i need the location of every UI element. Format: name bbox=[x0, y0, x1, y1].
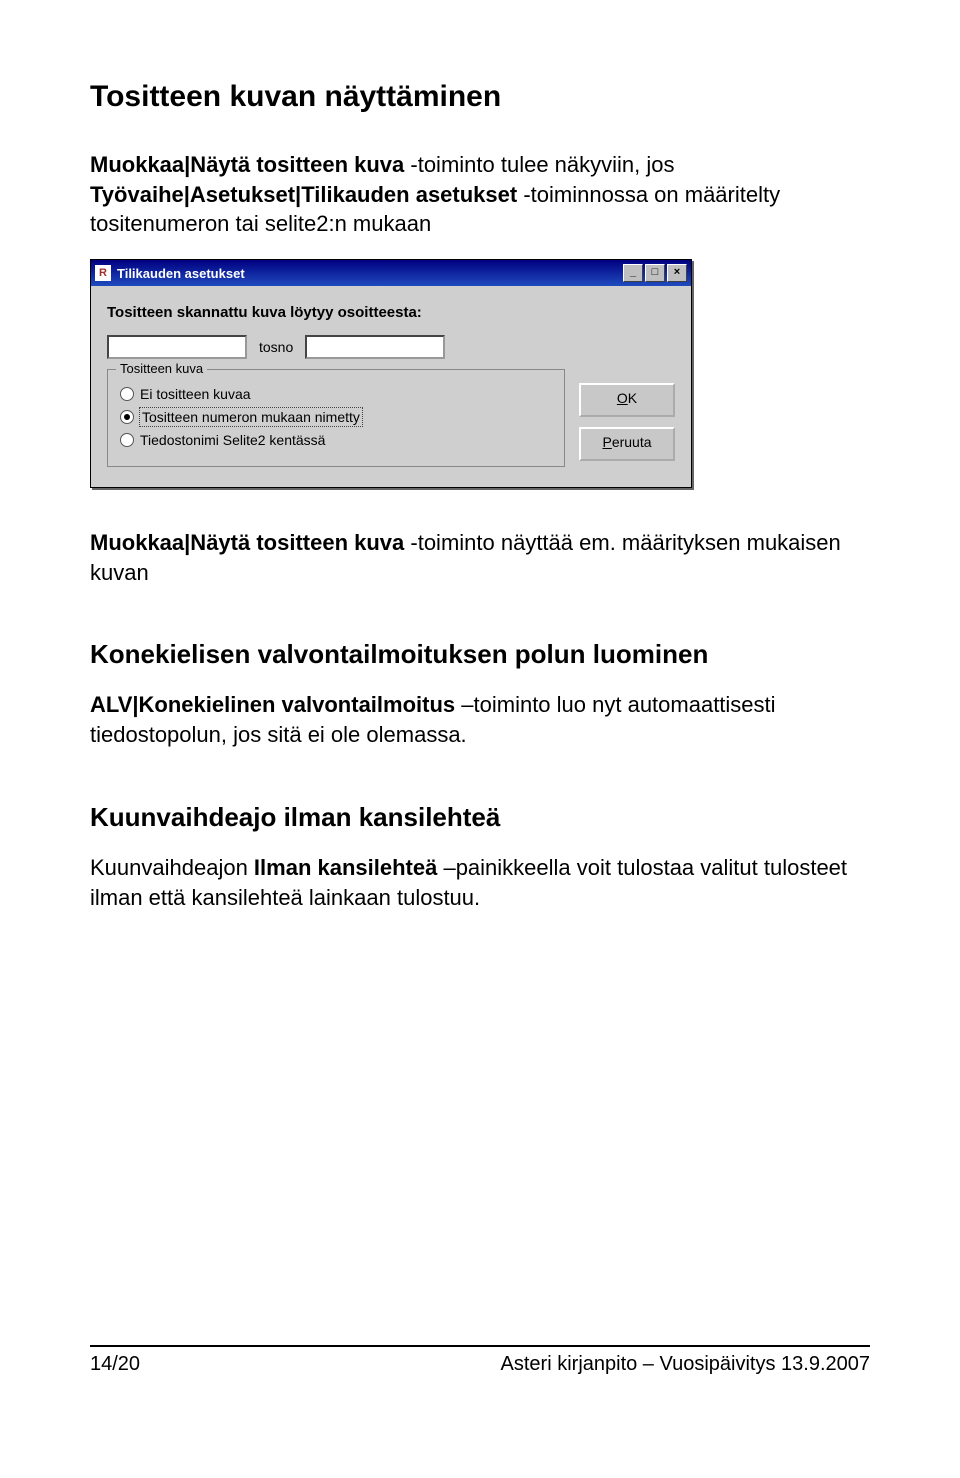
settings-dialog: R Tilikauden asetukset _ □ × Tositteen s… bbox=[90, 259, 692, 488]
menu-path-1: Muokkaa|Näytä tositteen kuva bbox=[90, 152, 404, 177]
maximize-button[interactable]: □ bbox=[645, 264, 665, 282]
app-icon: R bbox=[95, 265, 111, 281]
radio-icon bbox=[120, 433, 134, 447]
cancel-label: eruuta bbox=[612, 434, 652, 450]
dialog-title: Tilikauden asetukset bbox=[117, 266, 623, 281]
page-footer: 14/20 Asteri kirjanpito – Vuosipäivitys … bbox=[90, 1345, 870, 1400]
radio-label-none: Ei tositteen kuvaa bbox=[140, 386, 251, 402]
dialog-titlebar: R Tilikauden asetukset _ □ × bbox=[91, 260, 691, 286]
radio-icon bbox=[120, 387, 134, 401]
footer-title: Asteri kirjanpito – Vuosipäivitys 13.9.2… bbox=[501, 1353, 870, 1376]
minimize-button[interactable]: _ bbox=[623, 264, 643, 282]
page-title: Tositteen kuvan näyttäminen bbox=[90, 80, 870, 114]
radio-option-by-number[interactable]: Tositteen numeron mukaan nimetty bbox=[120, 408, 552, 426]
radio-label-selite2: Tiedostonimi Selite2 kentässä bbox=[140, 432, 325, 448]
menu-path-2: Työvaihe|Asetukset|Tilikauden asetukset bbox=[90, 182, 517, 207]
cancel-button[interactable]: Peruuta bbox=[579, 427, 675, 461]
para-after-dialog: Muokkaa|Näytä tositteen kuva -toiminto n… bbox=[90, 528, 870, 587]
groupbox-legend: Tositteen kuva bbox=[116, 361, 207, 376]
button-name-ilman-kansilehtea: Ilman kansilehteä bbox=[254, 855, 437, 880]
ok-button[interactable]: OK bbox=[579, 383, 675, 417]
radio-icon bbox=[120, 410, 134, 424]
ok-label: K bbox=[628, 390, 637, 406]
intro-mid: -toiminto tulee näkyviin, jos bbox=[404, 152, 674, 177]
para4-pre: Kuunvaihdeajon bbox=[90, 855, 254, 880]
para-kuunvaihdeajo: Kuunvaihdeajon Ilman kansilehteä –painik… bbox=[90, 853, 870, 912]
image-source-groupbox: Tositteen kuva Ei tositteen kuvaa Tositt… bbox=[107, 369, 565, 467]
para-valvontailmoitus: ALV|Konekielinen valvontailmoitus –toimi… bbox=[90, 690, 870, 749]
heading-valvontailmoitus: Konekielisen valvontailmoituksen polun l… bbox=[90, 639, 870, 670]
radio-option-none[interactable]: Ei tositteen kuvaa bbox=[120, 386, 552, 402]
path-input-1[interactable] bbox=[107, 335, 247, 359]
tosno-label: tosno bbox=[259, 339, 293, 355]
menu-path-3: Muokkaa|Näytä tositteen kuva bbox=[90, 530, 404, 555]
intro-paragraph: Muokkaa|Näytä tositteen kuva -toiminto t… bbox=[90, 150, 870, 239]
heading-kuunvaihdeajo: Kuunvaihdeajo ilman kansilehteä bbox=[90, 802, 870, 833]
dialog-prompt: Tositteen skannattu kuva löytyy osoittee… bbox=[107, 304, 675, 321]
radio-label-by-number: Tositteen numeron mukaan nimetty bbox=[140, 408, 362, 426]
close-button[interactable]: × bbox=[667, 264, 687, 282]
page-number: 14/20 bbox=[90, 1353, 140, 1376]
dialog-body: Tositteen skannattu kuva löytyy osoittee… bbox=[91, 286, 691, 487]
path-input-2[interactable] bbox=[305, 335, 445, 359]
radio-option-selite2[interactable]: Tiedostonimi Selite2 kentässä bbox=[120, 432, 552, 448]
menu-path-alv: ALV|Konekielinen valvontailmoitus bbox=[90, 692, 455, 717]
